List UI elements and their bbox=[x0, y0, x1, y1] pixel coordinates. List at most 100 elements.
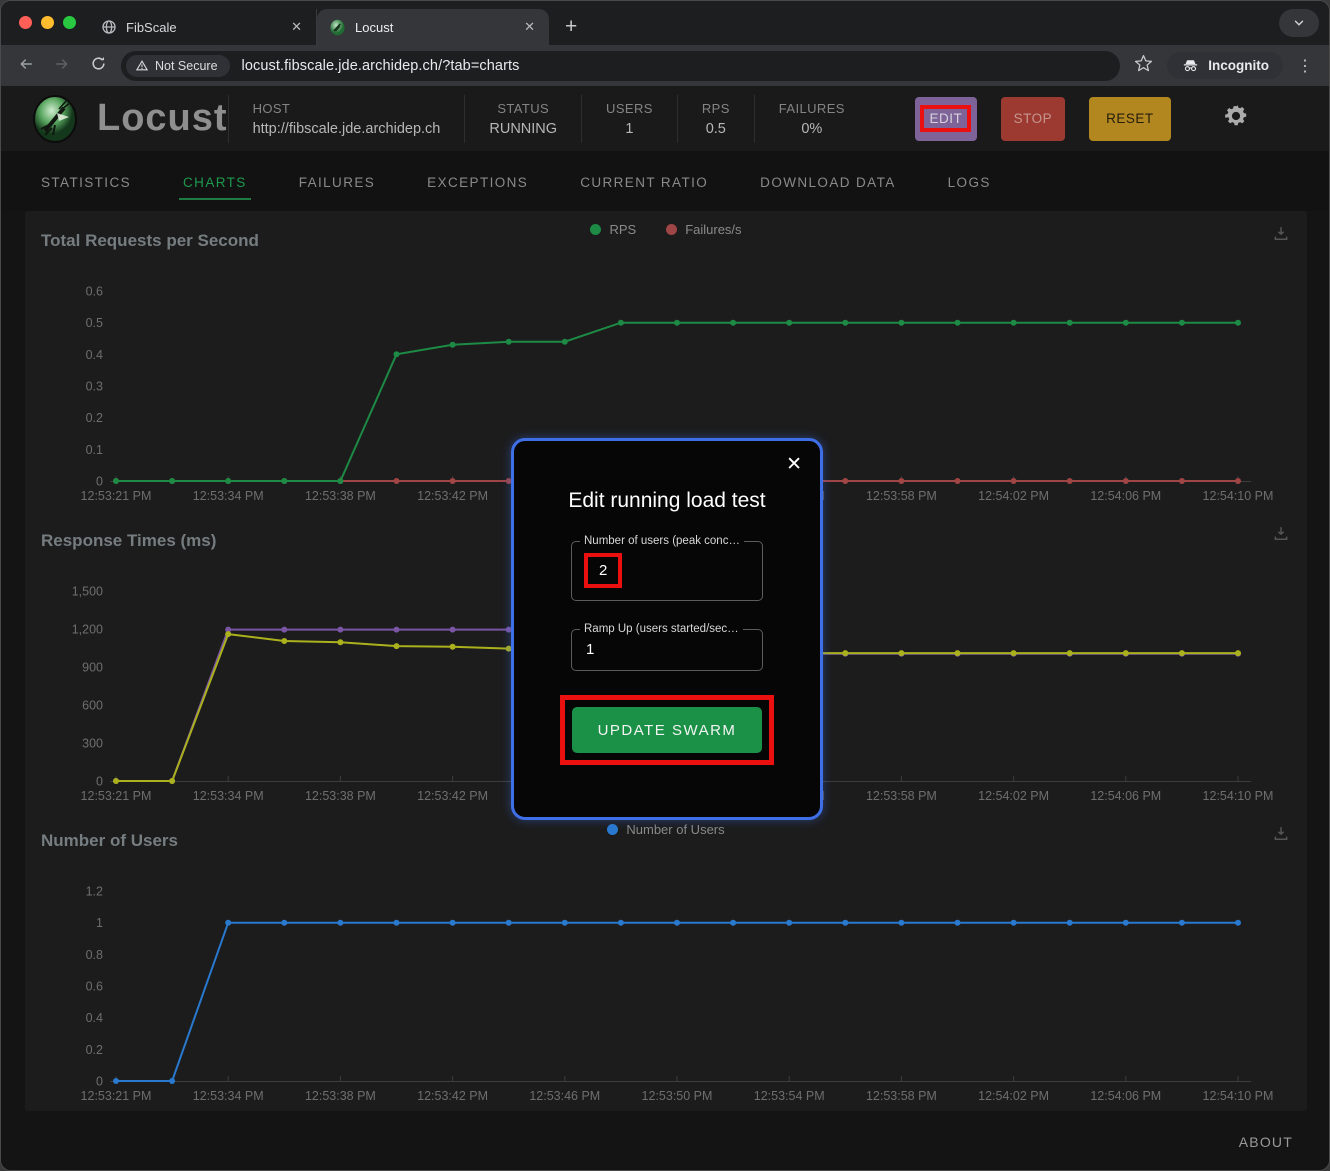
modal-title: Edit running load test bbox=[514, 489, 820, 513]
rps-stat: RPS 0.5 bbox=[677, 95, 754, 143]
address-bar[interactable]: Not Secure locust.fibscale.jde.archidep.… bbox=[121, 51, 1120, 81]
svg-text:0.1: 0.1 bbox=[86, 443, 103, 457]
chart-plot-area: 00.20.40.60.811.212:53:21 PM12:53:34 PM1… bbox=[25, 866, 1307, 1116]
legend-dot bbox=[607, 824, 618, 835]
back-button[interactable] bbox=[13, 56, 39, 76]
security-label: Not Secure bbox=[155, 59, 218, 73]
close-tab-icon[interactable]: ✕ bbox=[289, 19, 304, 35]
legend-item-rps[interactable]: RPS bbox=[590, 222, 636, 237]
nav-tab-logs[interactable]: LOGS bbox=[948, 155, 991, 208]
svg-text:12:53:50 PM: 12:53:50 PM bbox=[642, 1089, 713, 1103]
svg-text:12:53:34 PM: 12:53:34 PM bbox=[193, 489, 264, 503]
update-swarm-button[interactable]: UPDATE SWARM bbox=[572, 707, 762, 753]
svg-text:12:54:06 PM: 12:54:06 PM bbox=[1090, 1089, 1161, 1103]
settings-gear-icon[interactable] bbox=[1223, 103, 1249, 134]
svg-text:0.2: 0.2 bbox=[86, 411, 103, 425]
bookmark-star-icon[interactable] bbox=[1130, 54, 1157, 78]
svg-text:12:53:38 PM: 12:53:38 PM bbox=[305, 1089, 376, 1103]
warning-icon bbox=[135, 59, 149, 72]
svg-text:300: 300 bbox=[82, 737, 103, 751]
nav-tab-charts[interactable]: CHARTS bbox=[183, 155, 247, 208]
annotation-highlight-update-swarm: UPDATE SWARM bbox=[560, 695, 774, 765]
svg-text:0.8: 0.8 bbox=[86, 948, 103, 962]
close-modal-icon[interactable]: ✕ bbox=[786, 453, 802, 476]
svg-text:12:54:10 PM: 12:54:10 PM bbox=[1203, 1089, 1274, 1103]
header-buttons: EDIT STOP RESET bbox=[915, 97, 1171, 141]
legend-item-number-of-users[interactable]: Number of Users bbox=[607, 822, 724, 837]
tab-title: FibScale bbox=[126, 20, 280, 35]
svg-text:0.3: 0.3 bbox=[86, 380, 103, 394]
edit-button[interactable]: EDIT bbox=[915, 97, 977, 141]
svg-text:1,200: 1,200 bbox=[72, 623, 103, 637]
browser-tab-strip: FibScale ✕ Locust ✕ + bbox=[1, 1, 1329, 45]
legend-dot bbox=[666, 224, 677, 235]
svg-text:0.6: 0.6 bbox=[86, 980, 103, 994]
forward-button[interactable] bbox=[49, 56, 75, 76]
globe-icon bbox=[101, 19, 117, 35]
tab-search-button[interactable] bbox=[1279, 9, 1319, 37]
browser-menu-icon[interactable]: ⋮ bbox=[1293, 56, 1317, 76]
svg-text:600: 600 bbox=[82, 699, 103, 713]
nav-tab-failures[interactable]: FAILURES bbox=[299, 155, 375, 208]
chart-title: Response Times (ms) bbox=[41, 531, 216, 551]
rps-value: 0.5 bbox=[702, 121, 730, 137]
close-window-button[interactable] bbox=[19, 16, 32, 29]
legend-item-failures-s[interactable]: Failures/s bbox=[666, 222, 741, 237]
download-chart-icon[interactable] bbox=[1271, 225, 1291, 248]
close-tab-icon[interactable]: ✕ bbox=[522, 19, 537, 35]
svg-text:12:53:42 PM: 12:53:42 PM bbox=[417, 789, 488, 803]
browser-tab-fibscale[interactable]: FibScale ✕ bbox=[89, 9, 317, 45]
failures-stat: FAILURES 0% bbox=[754, 95, 869, 143]
reset-button[interactable]: RESET bbox=[1089, 97, 1171, 141]
not-secure-chip[interactable]: Not Secure bbox=[126, 55, 230, 77]
svg-text:12:54:02 PM: 12:54:02 PM bbox=[978, 789, 1049, 803]
user-count-field[interactable]: Number of users (peak conc… 2 bbox=[571, 535, 763, 601]
ramp-up-value[interactable]: 1 bbox=[586, 641, 594, 658]
nav-tab-current-ratio[interactable]: CURRENT RATIO bbox=[580, 155, 708, 208]
window-controls bbox=[19, 16, 76, 29]
browser-tab-locust[interactable]: Locust ✕ bbox=[317, 9, 549, 45]
svg-text:12:53:42 PM: 12:53:42 PM bbox=[417, 489, 488, 503]
chevron-down-icon bbox=[1292, 16, 1306, 30]
svg-text:12:54:02 PM: 12:54:02 PM bbox=[978, 1089, 1049, 1103]
download-chart-icon[interactable] bbox=[1271, 825, 1291, 848]
ramp-up-field[interactable]: Ramp Up (users started/sec… 1 bbox=[571, 623, 763, 671]
about-link[interactable]: ABOUT bbox=[1239, 1134, 1293, 1150]
svg-text:12:53:21 PM: 12:53:21 PM bbox=[81, 1089, 152, 1103]
svg-text:12:54:10 PM: 12:54:10 PM bbox=[1203, 489, 1274, 503]
minimize-window-button[interactable] bbox=[41, 16, 54, 29]
svg-text:1,500: 1,500 bbox=[72, 585, 103, 599]
svg-text:12:53:34 PM: 12:53:34 PM bbox=[193, 789, 264, 803]
chart-canvas: 00.20.40.60.811.212:53:21 PM12:53:34 PM1… bbox=[25, 866, 1307, 1111]
stop-button[interactable]: STOP bbox=[1001, 97, 1065, 141]
svg-text:12:53:58 PM: 12:53:58 PM bbox=[866, 789, 937, 803]
edit-load-test-modal: ✕ Edit running load test Number of users… bbox=[511, 438, 823, 820]
maximize-window-button[interactable] bbox=[63, 16, 76, 29]
incognito-icon bbox=[1181, 57, 1200, 74]
url-text: locust.fibscale.jde.archidep.ch/?tab=cha… bbox=[242, 58, 520, 74]
status-label: STATUS bbox=[489, 101, 557, 116]
incognito-badge[interactable]: Incognito bbox=[1167, 52, 1283, 79]
svg-text:12:53:42 PM: 12:53:42 PM bbox=[417, 1089, 488, 1103]
users-stat: USERS 1 bbox=[581, 95, 677, 143]
browser-window: FibScale ✕ Locust ✕ + Not Secure locust.… bbox=[0, 0, 1330, 1171]
svg-text:0.4: 0.4 bbox=[86, 1011, 103, 1025]
nav-tab-statistics[interactable]: STATISTICS bbox=[41, 155, 131, 208]
svg-text:0.4: 0.4 bbox=[86, 348, 103, 362]
status-stat: STATUS RUNNING bbox=[464, 95, 581, 143]
download-chart-icon[interactable] bbox=[1271, 525, 1291, 548]
host-label: HOST bbox=[253, 101, 441, 116]
svg-text:12:53:38 PM: 12:53:38 PM bbox=[305, 489, 376, 503]
incognito-label: Incognito bbox=[1208, 58, 1269, 73]
nav-tab-download-data[interactable]: DOWNLOAD DATA bbox=[760, 155, 895, 208]
user-count-value[interactable]: 2 bbox=[599, 562, 607, 579]
app-title: Locust bbox=[97, 97, 228, 140]
status-value: RUNNING bbox=[489, 121, 557, 137]
svg-text:0.6: 0.6 bbox=[86, 285, 103, 299]
new-tab-button[interactable]: + bbox=[549, 15, 593, 45]
failures-label: FAILURES bbox=[779, 101, 845, 116]
nav-tab-exceptions[interactable]: EXCEPTIONS bbox=[427, 155, 528, 208]
reload-button[interactable] bbox=[85, 55, 111, 76]
locust-favicon bbox=[329, 19, 346, 36]
locust-logo bbox=[31, 95, 79, 143]
